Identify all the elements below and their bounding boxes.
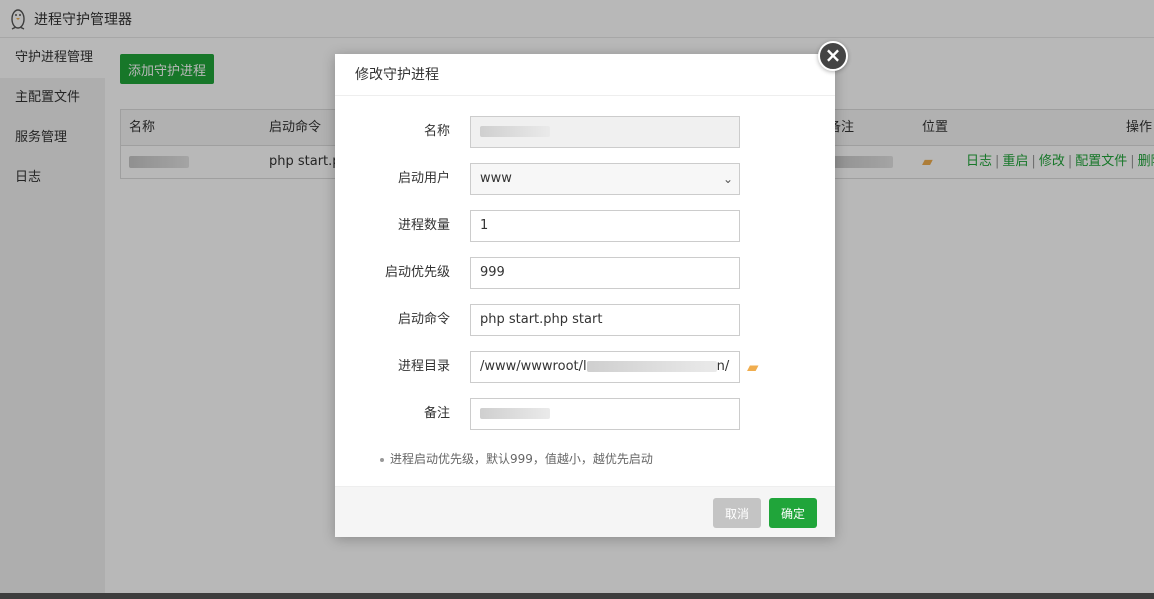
confirm-button[interactable]: 确定 [769,498,817,528]
edit-daemon-dialog: 修改守护进程 名称 启动用户 www ⌄ 进程数量 1 启动优先级 999 启动… [335,54,835,537]
form-row-name: 名称 [335,116,835,148]
directory-label: 进程目录 [397,359,450,374]
form-row-count: 进程数量 1 [335,210,835,242]
form-row-priority: 启动优先级 999 [335,257,835,289]
form-row-directory: 进程目录 /www/wwwroot/l n/ ▰ [335,351,835,383]
form-row-command: 启动命令 php start.php start [335,304,835,336]
process-count-field[interactable]: 1 [470,210,740,242]
form-row-user: 启动用户 www ⌄ [335,163,835,195]
priority-tip: 进程启动优先级，默认999，值越小，越优先启动 [380,450,653,467]
folder-icon[interactable]: ▰ [747,351,759,383]
note-label: 备注 [423,406,450,421]
directory-suffix: n/ [716,359,730,374]
directory-field[interactable]: /www/wwwroot/l n/ [470,351,740,383]
note-field[interactable] [470,398,740,430]
name-label: 名称 [423,124,450,139]
dialog-footer: 取消 确定 [335,486,835,537]
user-select-value: www [480,171,512,186]
bullet-icon [380,457,384,462]
user-label: 启动用户 [397,171,450,186]
chevron-down-icon: ⌄ [722,172,733,186]
command-label: 启动命令 [397,312,450,327]
priority-label: 启动优先级 [384,265,450,280]
name-field [470,116,740,148]
dialog-title: 修改守护进程 [335,54,835,96]
count-label: 进程数量 [397,218,450,233]
command-field[interactable]: php start.php start [470,304,740,336]
close-icon[interactable]: × [818,41,848,71]
form-row-note: 备注 [335,398,835,430]
cancel-button[interactable]: 取消 [713,498,761,528]
priority-field[interactable]: 999 [470,257,740,289]
priority-tip-text: 进程启动优先级，默认999，值越小，越优先启动 [390,452,653,466]
directory-prefix: /www/wwwroot/l [480,359,587,374]
user-select[interactable]: www ⌄ [470,163,740,195]
